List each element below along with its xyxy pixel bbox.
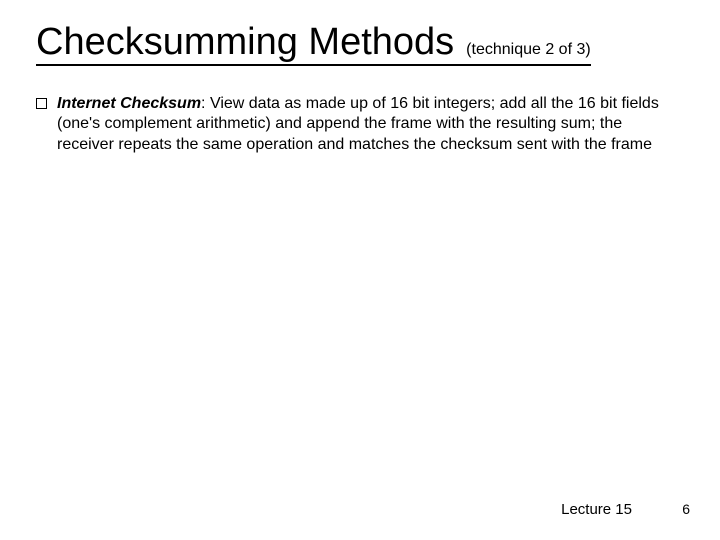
bullet-emphasis: Internet Checksum bbox=[57, 95, 201, 112]
bullet-text: Internet Checksum: View data as made up … bbox=[57, 94, 676, 155]
bullet-item: Internet Checksum: View data as made up … bbox=[36, 94, 676, 155]
slide-footer: Lecture 15 6 bbox=[0, 501, 720, 518]
slide-body: Internet Checksum: View data as made up … bbox=[36, 94, 684, 155]
lecture-label: Lecture 15 bbox=[561, 501, 632, 518]
slide-title: Checksumming Methods (technique 2 of 3) bbox=[36, 22, 591, 66]
title-main: Checksumming Methods bbox=[36, 22, 454, 64]
page-number: 6 bbox=[672, 501, 690, 517]
slide: Checksumming Methods (technique 2 of 3) … bbox=[0, 0, 720, 540]
square-bullet-icon bbox=[36, 98, 47, 109]
title-sub: (technique 2 of 3) bbox=[466, 41, 591, 59]
